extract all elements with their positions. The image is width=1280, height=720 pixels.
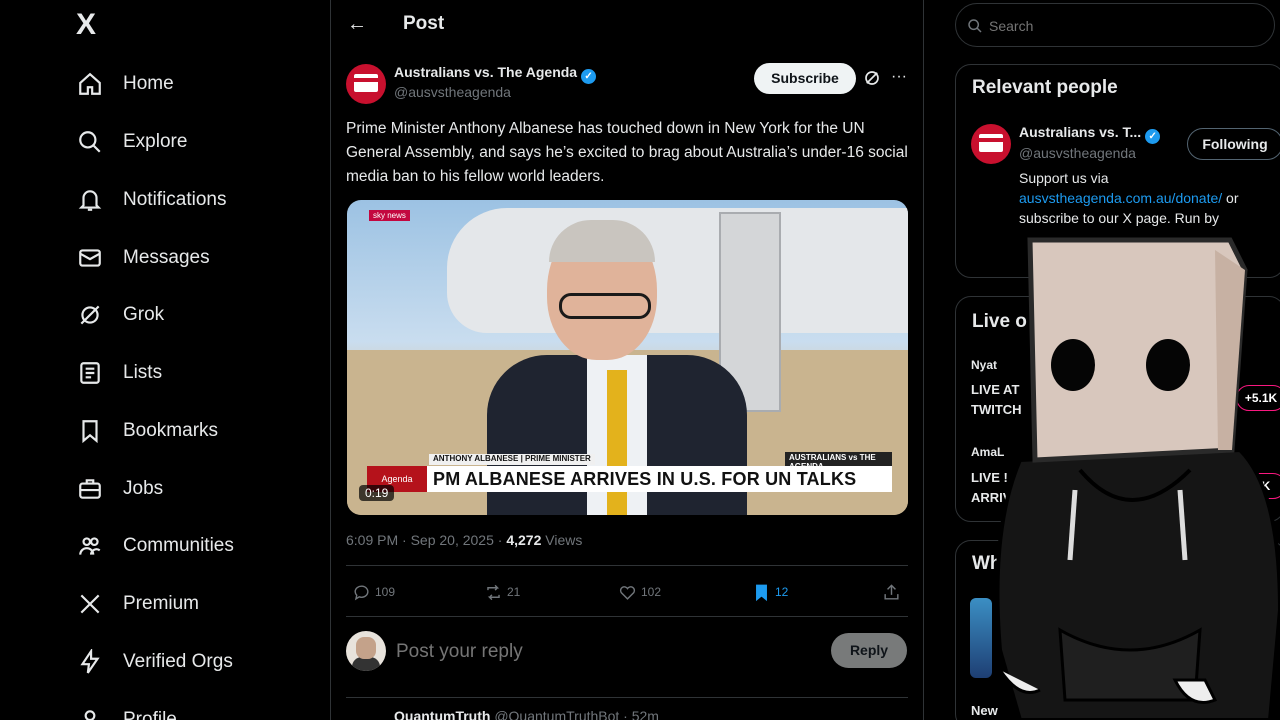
bookmark-icon [76, 417, 104, 445]
search-icon [968, 19, 982, 33]
search-box[interactable] [955, 3, 1275, 47]
verified-badge-icon: ✓ [1145, 129, 1161, 144]
following-button[interactable]: Following [1187, 128, 1280, 160]
search-input[interactable] [989, 14, 1259, 38]
like-action[interactable]: 102 [618, 578, 661, 606]
reply-count: 109 [375, 585, 396, 599]
person-avatar[interactable] [971, 124, 1011, 164]
like-count: 102 [641, 585, 662, 599]
nav-item-verified-orgs[interactable]: Verified Orgs [76, 642, 233, 682]
heart-icon [619, 585, 636, 600]
share-action[interactable] [882, 578, 905, 606]
nav-item-label: Notifications [123, 189, 227, 210]
reply-icon [354, 584, 369, 600]
nav-item-communities[interactable]: Communities [76, 526, 234, 566]
nav-item-profile[interactable]: Profile [76, 700, 177, 720]
subscribe-button[interactable]: Subscribe [754, 63, 856, 94]
repost-count: 21 [507, 585, 521, 599]
nav-item-bookmarks[interactable]: Bookmarks [76, 411, 218, 451]
grok-icon[interactable] [863, 69, 881, 87]
author-handle[interactable]: @ausvstheagenda [394, 84, 511, 100]
nav-item-label: Verified Orgs [123, 651, 233, 672]
network-logo: sky news [369, 210, 410, 221]
author-avatar[interactable] [346, 64, 386, 104]
nav-item-jobs[interactable]: Jobs [76, 469, 163, 509]
verified-badge-icon: ✓ [581, 69, 597, 84]
post-text: Prime Minister Anthony Albanese has touc… [346, 120, 908, 185]
nav-item-label: Lists [123, 362, 163, 383]
nav-item-messages[interactable]: Messages [76, 238, 210, 278]
bookmark-action[interactable]: 12 [752, 578, 788, 606]
divider [346, 697, 908, 698]
name-strap: ANTHONY ALBANESE | PRIME MINISTER [429, 454, 595, 465]
lightning-icon [76, 648, 104, 676]
news-headline: PM ALBANESE ARRIVES IN U.S. FOR UN TALKS [427, 466, 892, 492]
x-logo-icon[interactable]: X [76, 10, 106, 40]
card-title: Relevant people [972, 77, 1118, 98]
nav-item-premium[interactable]: Premium [76, 584, 199, 624]
view-count: 4,272 [506, 532, 542, 548]
reply-button[interactable]: Reply [831, 633, 907, 668]
news-lower-third: AUSTRALIANS vs THE AGENDA ANTHONY ALBANE… [367, 452, 892, 496]
glasses [559, 293, 651, 319]
briefcase-icon [76, 475, 104, 503]
person-name[interactable]: Australians vs. T... ✓ [1019, 124, 1161, 144]
mail-icon [76, 244, 104, 272]
nav-item-explore[interactable]: Explore [76, 122, 187, 162]
person-bio: Support us via ausvstheagenda.com.au/don… [1019, 170, 1239, 226]
nav-item-notifications[interactable]: Notifications [76, 180, 227, 220]
nav-item-home[interactable]: Home [76, 64, 174, 104]
page-title: Post [403, 13, 445, 34]
nav-item-label: Messages [123, 247, 210, 268]
repost-action[interactable]: 21 [484, 578, 520, 606]
repost-icon [487, 584, 500, 600]
bio-link[interactable]: ausvstheagenda.com.au/donate/ [1019, 190, 1222, 206]
post-header: ← Post [331, 0, 923, 50]
bookmark-filled-icon [756, 584, 767, 601]
nav-item-label: Profile [123, 709, 177, 720]
reply-action[interactable]: 109 [352, 578, 395, 606]
current-user-avatar[interactable] [346, 631, 386, 671]
back-arrow-icon[interactable]: ← [347, 13, 367, 36]
nav-item-label: Grok [123, 304, 165, 325]
post-meta: 6:09 PM · Sep 20, 2025 · 4,272 Views [346, 532, 583, 548]
bookmark-count: 12 [775, 585, 789, 599]
nav-item-label: Home [123, 73, 174, 94]
divider [346, 616, 908, 617]
author-name[interactable]: Australians vs. The Agenda ✓ [394, 64, 597, 84]
reply-input[interactable] [396, 638, 816, 666]
share-icon [884, 583, 899, 600]
nav-item-lists[interactable]: Lists [76, 353, 162, 393]
paper-bag-mascot-overlay [995, 237, 1280, 720]
divider [346, 565, 908, 566]
left-nav: X Home Explore Notifications Messages Gr… [0, 0, 330, 720]
next-reply-header[interactable]: QuantumTruth @QuantumTruthBot · 52m [394, 708, 659, 720]
grok-icon [76, 301, 104, 329]
video-player[interactable]: sky news AUSTRALIANS vs THE AGENDA ANTHO… [347, 200, 908, 515]
nav-item-grok[interactable]: Grok [76, 295, 164, 335]
nav-item-label: Explore [123, 131, 188, 152]
more-options-icon[interactable]: ··· [891, 68, 907, 86]
x-icon [76, 590, 104, 618]
search-icon [76, 128, 104, 156]
people-icon [76, 532, 104, 560]
person-icon [76, 706, 104, 720]
nav-item-label: Premium [123, 593, 200, 614]
home-icon [76, 70, 104, 98]
list-icon [76, 359, 104, 387]
nav-item-label: Bookmarks [123, 420, 219, 441]
person-handle[interactable]: @ausvstheagenda [1019, 145, 1136, 161]
app-root: X Home Explore Notifications Messages Gr… [0, 0, 1280, 720]
bell-icon [76, 186, 104, 214]
video-duration: 0:19 [359, 485, 395, 501]
nav-item-label: Jobs [123, 478, 164, 499]
post-actions: 109 21 102 12 [346, 578, 908, 606]
nav-item-label: Communities [123, 535, 234, 556]
